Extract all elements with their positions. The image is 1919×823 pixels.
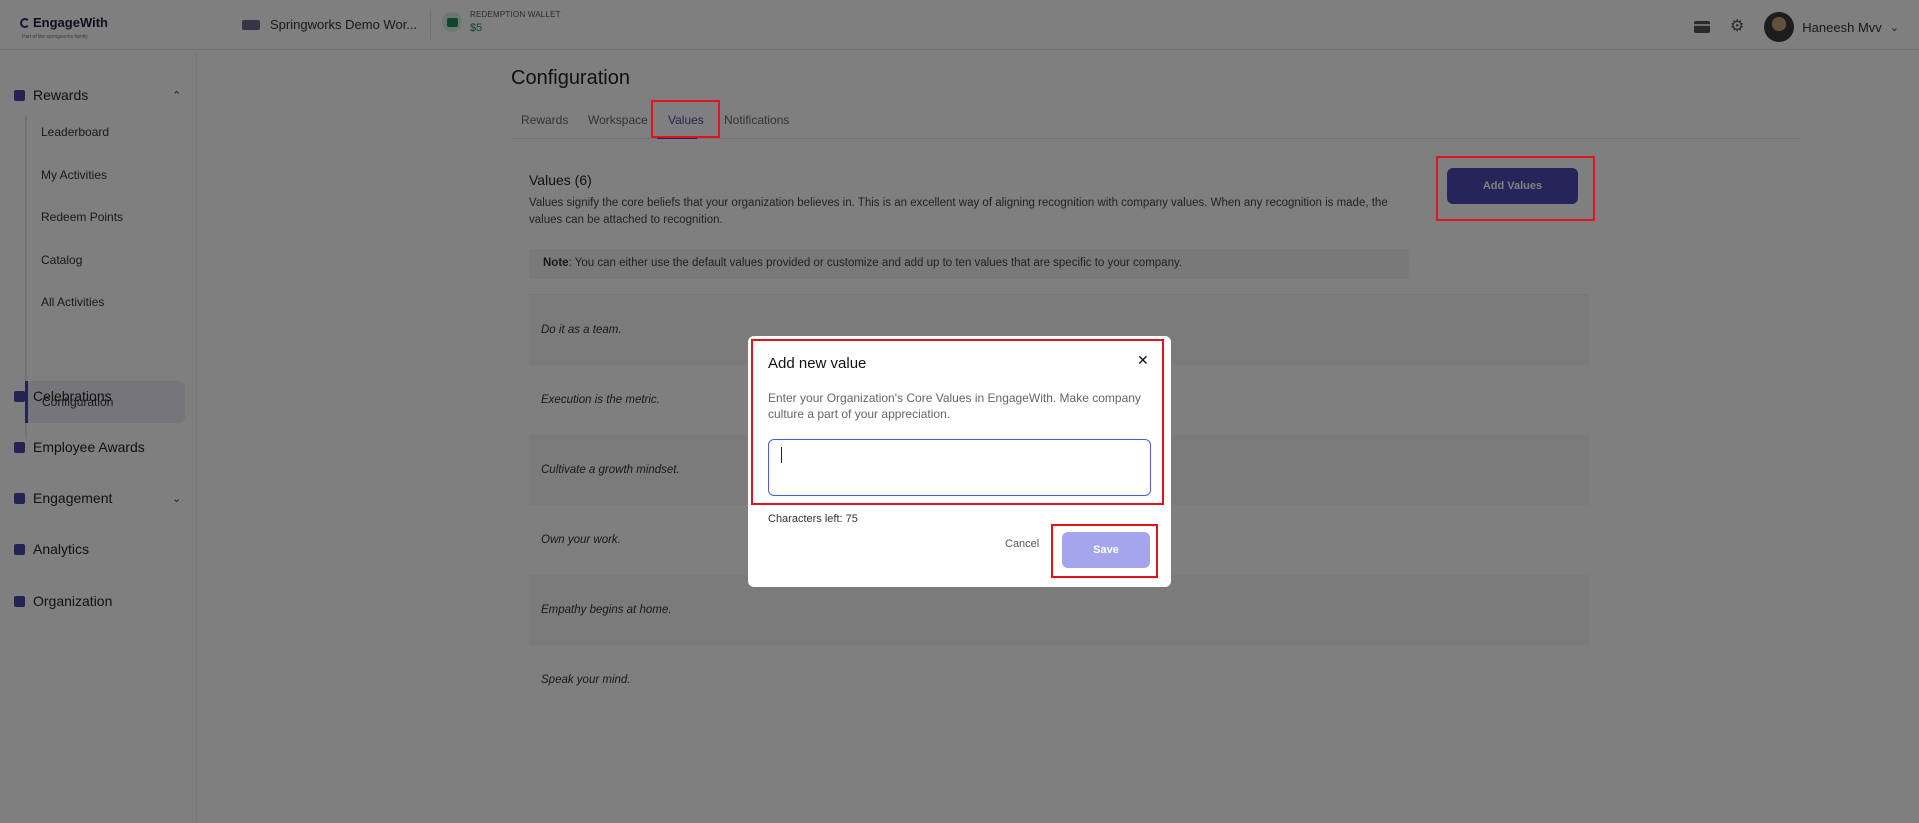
highlight-values-tab <box>651 100 720 138</box>
characters-left: Characters left: 75 <box>768 513 858 525</box>
highlight-dialog-header <box>751 339 1164 505</box>
cancel-button[interactable]: Cancel <box>1005 538 1039 550</box>
highlight-save-button <box>1051 524 1158 578</box>
highlight-add-values-button <box>1436 156 1595 221</box>
